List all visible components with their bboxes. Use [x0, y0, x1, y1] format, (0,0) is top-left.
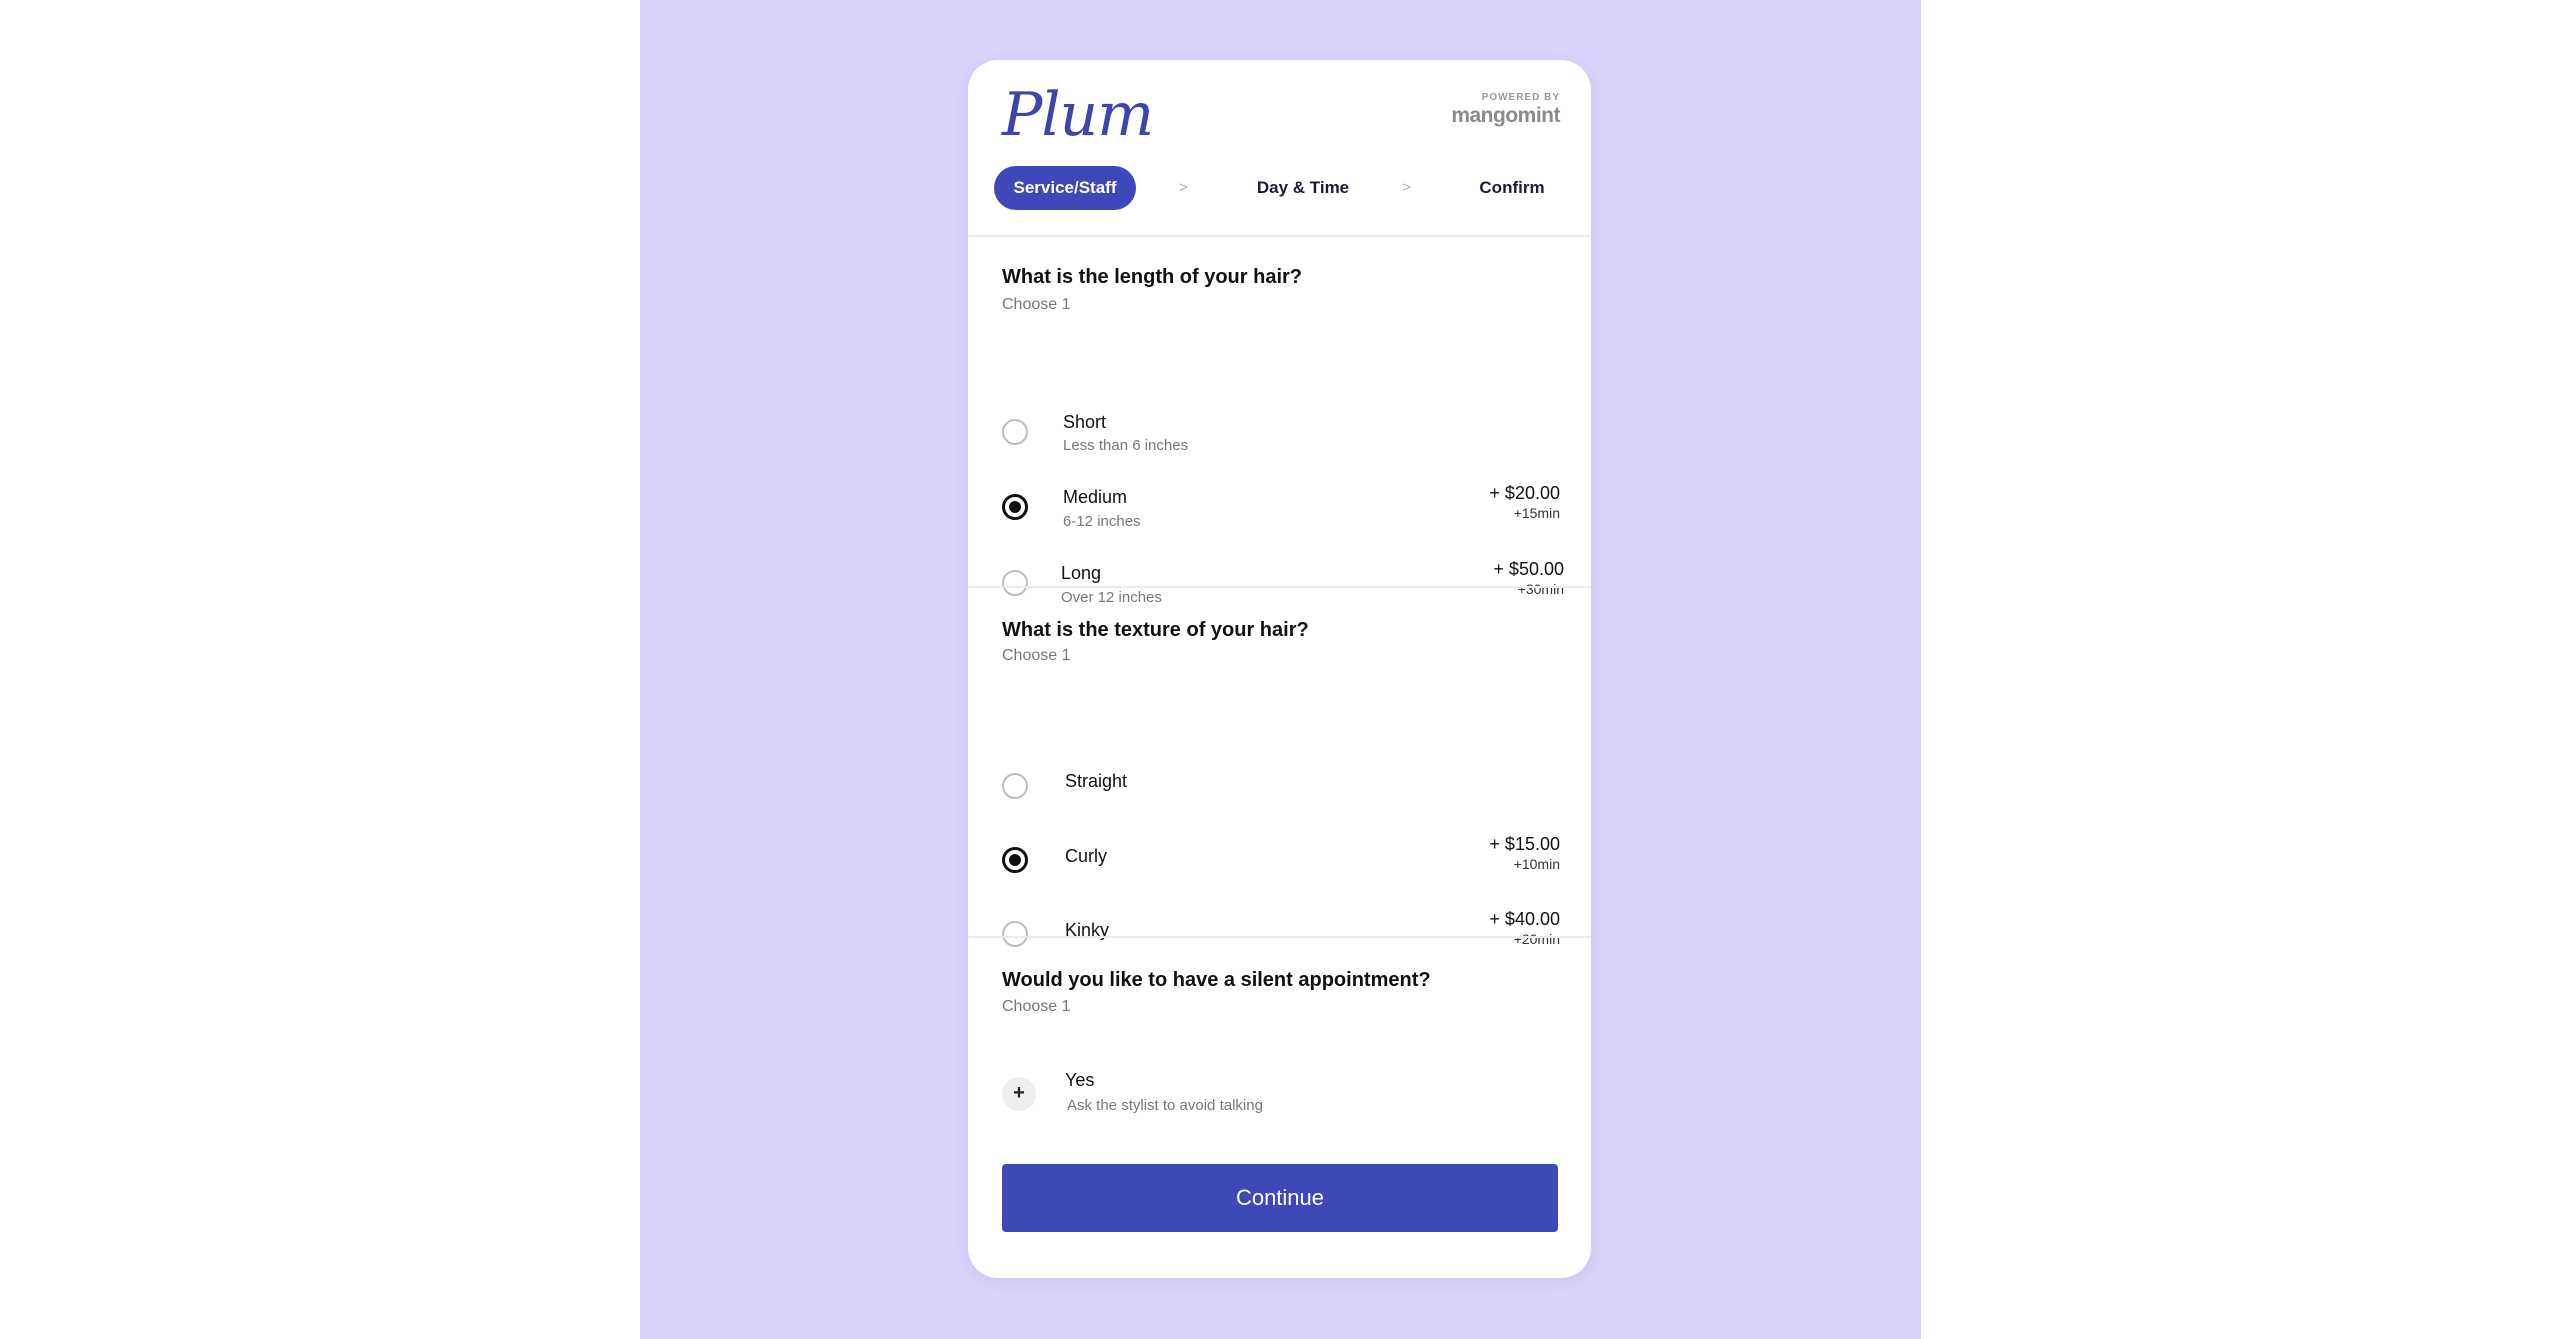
question-title-length: What is the length of your hair? [1002, 266, 1302, 288]
radio-button[interactable] [1002, 773, 1028, 799]
option-price: + $50.00 [1493, 559, 1564, 579]
section-divider [968, 586, 1591, 588]
plus-icon[interactable]: + [1002, 1077, 1036, 1111]
radio-button-selected[interactable] [1002, 847, 1028, 873]
option-silent-yes[interactable]: + Yes Ask the stylist to avoid talking [968, 1060, 1591, 1130]
option-label: Yes [1065, 1070, 1095, 1090]
option-price: + $15.00 [1489, 834, 1560, 854]
powered-by-text: POWERED BY [1481, 92, 1560, 103]
option-kinky[interactable]: Kinky + $40.00 +20min [968, 874, 1591, 947]
option-straight[interactable]: Straight [968, 726, 1591, 799]
booking-card: Plum POWERED BY mangomint Service/Staff … [968, 60, 1591, 1278]
section-divider [968, 235, 1591, 237]
option-price: + $20.00 [1489, 483, 1560, 503]
radio-button-selected[interactable] [1002, 494, 1028, 520]
question-subtitle: Choose 1 [1002, 647, 1071, 664]
option-short[interactable]: Short Less than 6 inches [968, 373, 1591, 454]
question-title-silent: Would you like to have a silent appointm… [1002, 969, 1431, 991]
option-duration: +20min [1513, 931, 1560, 947]
section-divider [968, 936, 1591, 938]
question-title-texture: What is the texture of your hair? [1002, 619, 1309, 641]
option-description: Ask the stylist to avoid talking [1067, 1097, 1263, 1114]
option-description: Over 12 inches [1061, 589, 1162, 606]
step-separator: > [1179, 179, 1188, 196]
radio-button[interactable] [1002, 921, 1028, 947]
question-subtitle: Choose 1 [1002, 998, 1071, 1015]
option-long[interactable]: Long Over 12 inches + $50.00 +30min [968, 524, 1591, 606]
step-service-staff[interactable]: Service/Staff [994, 166, 1136, 210]
step-separator: > [1402, 179, 1411, 196]
radio-button[interactable] [1002, 419, 1028, 445]
mangomint-logo: mangomint [1451, 104, 1560, 127]
step-confirm[interactable]: Confirm [1467, 166, 1557, 210]
option-medium[interactable]: Medium 6-12 inches + $20.00 +15min [968, 448, 1591, 530]
booking-steps: Service/Staff > Day & Time > Confirm [968, 166, 1591, 212]
step-day-time[interactable]: Day & Time [1238, 166, 1368, 210]
option-label: Straight [1065, 771, 1128, 791]
option-label: Medium [1063, 487, 1128, 507]
option-label: Short [1063, 412, 1107, 432]
powered-by-badge: POWERED BY mangomint [1451, 92, 1560, 128]
option-curly[interactable]: Curly + $15.00 +10min [968, 800, 1591, 873]
option-price: + $40.00 [1489, 909, 1560, 929]
radio-button[interactable] [1002, 570, 1028, 596]
option-duration: +10min [1513, 856, 1560, 872]
plum-logo: Plum [1002, 80, 1154, 150]
option-duration: +30min [1517, 581, 1564, 597]
option-label: Curly [1065, 846, 1108, 866]
question-subtitle: Choose 1 [1002, 296, 1071, 313]
continue-button[interactable]: Continue [1002, 1164, 1558, 1232]
option-label: Long [1061, 563, 1102, 583]
option-duration: +15min [1513, 505, 1560, 521]
